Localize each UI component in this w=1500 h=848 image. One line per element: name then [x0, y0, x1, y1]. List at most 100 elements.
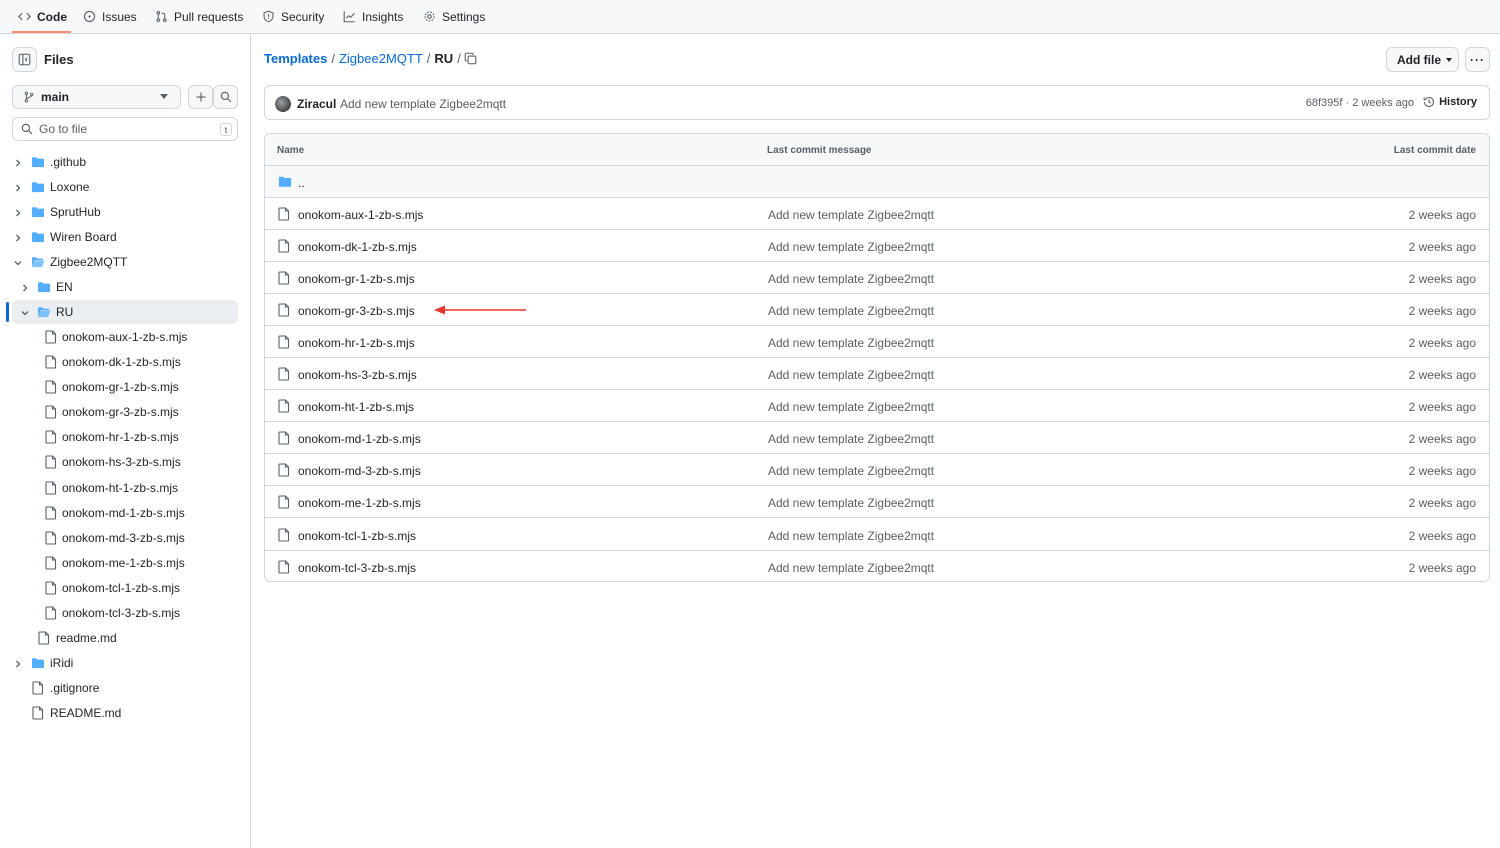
tree-item-label: onokom-md-3-zb-s.mjs	[62, 530, 185, 545]
commit-message-link[interactable]: Add new template Zigbee2mqtt	[768, 561, 934, 575]
tree-file[interactable]: onokom-tcl-3-zb-s.mjs	[0, 601, 250, 625]
breadcrumb-separator: /	[426, 51, 431, 66]
table-row: onokom-dk-1-zb-s.mjs Add new template Zig…	[265, 230, 1489, 263]
tree-item-label: onokom-ht-1-zb-s.mjs	[62, 480, 179, 495]
tab-insights[interactable]: Insights	[343, 0, 403, 33]
tree-folder[interactable]: Loxone	[0, 175, 250, 199]
tree-file[interactable]: onokom-hr-1-zb-s.mjs	[0, 425, 250, 449]
search-files-button[interactable]	[213, 85, 238, 109]
table-row: onokom-me-1-zb-s.mjs Add new template Zig…	[265, 486, 1489, 519]
tree-folder[interactable]: Wiren Board	[0, 225, 250, 249]
tree-item-label: onokom-tcl-3-zb-s.mjs	[62, 605, 181, 620]
file-icon	[278, 207, 290, 221]
file-name-link[interactable]: onokom-gr-1-zb-s.mjs	[298, 272, 415, 286]
file-name-link[interactable]: onokom-ht-1-zb-s.mjs	[298, 400, 414, 414]
commit-message-link[interactable]: Add new template Zigbee2mqtt	[768, 208, 934, 222]
file-name-link[interactable]: onokom-me-1-zb-s.mjs	[298, 496, 421, 510]
graph-icon	[343, 11, 355, 23]
commit-message-link[interactable]: Add new template Zigbee2mqtt	[768, 368, 934, 382]
history-button[interactable]: History	[1423, 96, 1477, 108]
file-name-link[interactable]: onokom-tcl-1-zb-s.mjs	[298, 529, 416, 543]
breadcrumb-root-link[interactable]: Templates	[264, 51, 327, 66]
file-name-link[interactable]: onokom-dk-1-zb-s.mjs	[298, 240, 417, 254]
parent-directory-row[interactable]: ..	[265, 166, 1489, 198]
tab-issues[interactable]: Issues	[83, 0, 137, 33]
tree-file[interactable]: onokom-ht-1-zb-s.mjs	[0, 476, 250, 500]
sidebar-title: Files	[44, 52, 74, 67]
file-name-link[interactable]: onokom-aux-1-zb-s.mjs	[298, 208, 423, 222]
file-icon	[45, 505, 57, 520]
tree-file[interactable]: onokom-gr-1-zb-s.mjs	[0, 375, 250, 399]
tree-folder[interactable]: Zigbee2MQTT	[0, 250, 250, 274]
file-name-link[interactable]: onokom-tcl-3-zb-s.mjs	[298, 561, 416, 575]
commit-date: 2 weeks ago	[1408, 272, 1476, 287]
tab-settings[interactable]: Settings	[423, 0, 485, 33]
breadcrumb-folder-link[interactable]: Zigbee2MQTT	[339, 51, 423, 66]
tree-file[interactable]: onokom-tcl-1-zb-s.mjs	[0, 576, 250, 600]
commit-message-link[interactable]: Add new template Zigbee2mqtt	[768, 432, 934, 446]
tree-item-label: onokom-hr-1-zb-s.mjs	[62, 430, 179, 445]
column-header-message: Last commit message	[767, 145, 872, 156]
tree-folder[interactable]: EN	[0, 275, 250, 299]
file-name-link[interactable]: onokom-gr-3-zb-s.mjs	[298, 304, 415, 318]
tree-file[interactable]: readme.md	[0, 626, 250, 650]
tree-folder[interactable]: SprutHub	[0, 200, 250, 224]
kebab-icon: ···	[1470, 52, 1485, 67]
commit-message-link[interactable]: Add new template Zigbee2mqtt	[768, 240, 934, 254]
file-name-link[interactable]: onokom-md-1-zb-s.mjs	[298, 432, 421, 446]
tree-file[interactable]: onokom-gr-3-zb-s.mjs	[0, 400, 250, 424]
commit-meta[interactable]: 68f395f · 2 weeks ago	[1306, 97, 1414, 109]
tab-code[interactable]: Code	[18, 0, 67, 33]
tree-file[interactable]: onokom-hs-3-zb-s.mjs	[0, 450, 250, 474]
commit-message-link[interactable]: Add new template Zigbee2mqtt	[768, 464, 934, 478]
file-name-link[interactable]: onokom-md-3-zb-s.mjs	[298, 464, 421, 478]
file-icon	[32, 706, 44, 720]
file-tree-sidebar: Files main Go to file t .github Loxone Spr…	[0, 34, 251, 848]
tree-file[interactable]: onokom-dk-1-zb-s.mjs	[0, 350, 250, 374]
go-to-file-input[interactable]: Go to file t	[12, 117, 238, 141]
commit-message-link[interactable]: Add new template Zigbee2mqtt	[768, 400, 934, 414]
chevron-right-icon	[16, 209, 21, 217]
go-to-file-placeholder: Go to file	[39, 122, 88, 136]
tree-item-label: EN	[56, 280, 73, 295]
file-icon	[45, 330, 57, 344]
gear-icon	[424, 11, 435, 22]
commit-message-link[interactable]: Add new template Zigbee2mqtt	[768, 529, 934, 543]
branch-name: main	[41, 90, 70, 104]
tree-file[interactable]: onokom-me-1-zb-s.mjs	[0, 551, 250, 575]
add-file-button[interactable]	[188, 85, 213, 109]
branch-selector[interactable]: main	[12, 85, 181, 109]
tree-file[interactable]: README.md	[0, 701, 250, 725]
shield-icon	[263, 10, 274, 23]
folder-icon	[32, 182, 44, 193]
commit-message-link[interactable]: Add new template Zigbee2mqtt	[768, 496, 934, 510]
file-name-link[interactable]: onokom-hr-1-zb-s.mjs	[298, 336, 415, 350]
tree-folder[interactable]: .github	[0, 150, 250, 174]
tree-folder[interactable]: iRidi	[0, 651, 250, 675]
tree-file[interactable]: onokom-aux-1-zb-s.mjs	[0, 325, 250, 349]
commit-message-link[interactable]: Add new template Zigbee2mqtt	[768, 336, 934, 350]
collapse-sidebar-button[interactable]	[12, 47, 37, 72]
tree-file[interactable]: onokom-md-3-zb-s.mjs	[0, 526, 250, 550]
commit-author[interactable]: Ziracul	[297, 97, 336, 111]
commit-message-link[interactable]: Add new template Zigbee2mqtt	[768, 272, 934, 286]
tab-security[interactable]: Security	[262, 0, 324, 33]
tree-folder[interactable]: RU	[0, 300, 250, 325]
table-row: onokom-aux-1-zb-s.mjs Add new template Zi…	[265, 198, 1489, 230]
file-name-link[interactable]: onokom-hs-3-zb-s.mjs	[298, 368, 417, 382]
commit-date: 2 weeks ago	[1408, 464, 1476, 479]
commit-message-link[interactable]: Add new template Zigbee2mqtt	[768, 304, 934, 318]
avatar[interactable]	[275, 96, 291, 112]
commit-date: 2 weeks ago	[1408, 304, 1476, 319]
commit-message[interactable]: Add new template Zigbee2mqtt	[340, 97, 506, 111]
tab-pull-requests[interactable]: Pull requests	[155, 0, 243, 33]
file-icon	[278, 431, 290, 445]
add-file-dropdown[interactable]: Add file	[1386, 47, 1459, 72]
tree-file[interactable]: onokom-md-1-zb-s.mjs	[0, 501, 250, 525]
annotation-arrow	[434, 305, 526, 315]
file-icon	[278, 303, 290, 317]
file-icon	[278, 239, 290, 253]
copy-path-button[interactable]	[464, 52, 477, 68]
more-options-button[interactable]: ···	[1465, 47, 1490, 72]
tree-file[interactable]: .gitignore	[0, 676, 250, 700]
